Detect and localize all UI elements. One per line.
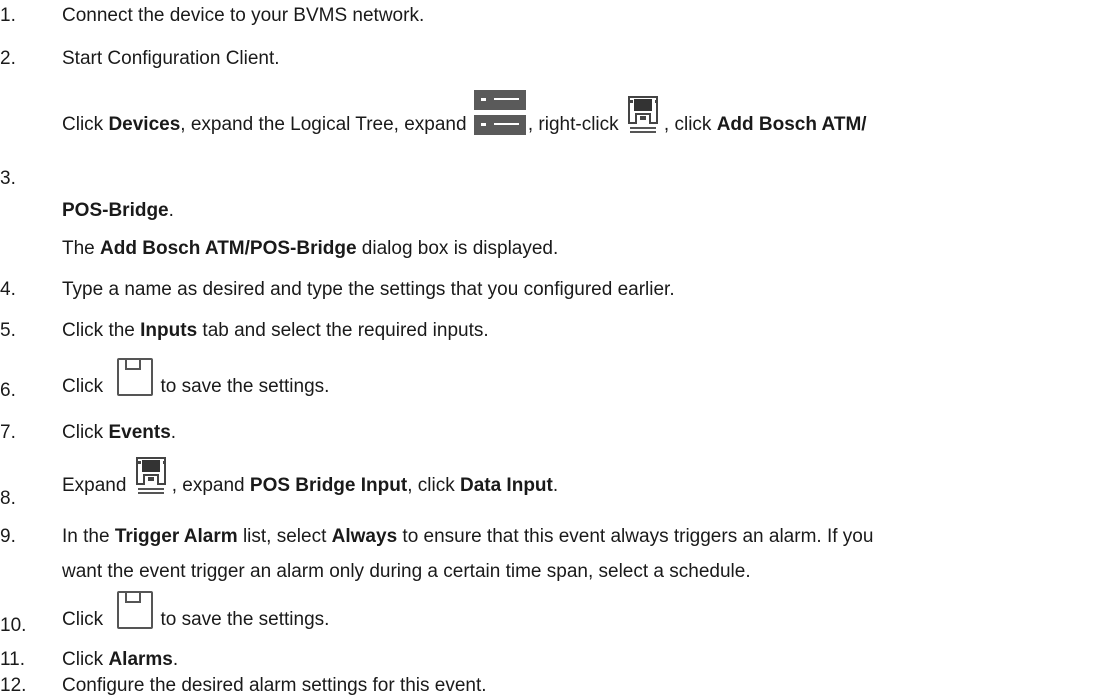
step-text: In the Trigger Alarm list, select Always…: [62, 526, 874, 547]
step-number: 9.: [0, 526, 16, 547]
step-number: 2.: [0, 48, 16, 69]
step-text: Click Events.: [62, 422, 177, 443]
step-text: Click the Inputs tab and select the requ…: [62, 320, 489, 341]
step-number: 10.: [0, 615, 27, 636]
save-icon: [116, 591, 154, 631]
atm-pos-bridge-icon: [626, 96, 662, 136]
step-text: Expand , expand POS Bridge Input, click …: [62, 457, 1083, 497]
step-number: 7.: [0, 422, 16, 443]
step-number: 8.: [0, 488, 16, 509]
step-text: Connect the device to your BVMS network.: [62, 5, 425, 26]
step-number: 1.: [0, 5, 16, 26]
step-text: Click Devices, expand the Logical Tree, …: [62, 90, 1083, 136]
step-number: 3.: [0, 168, 16, 189]
step-number: 5.: [0, 320, 16, 341]
step-note: The Add Bosch ATM/POS-Bridge dialog box …: [62, 238, 559, 259]
save-icon: [116, 358, 154, 398]
devices-label: Devices: [108, 114, 181, 135]
step-number: 12.: [0, 675, 27, 696]
step-text: Type a name as desired and type the sett…: [62, 279, 675, 300]
step-number: 4.: [0, 279, 16, 300]
step-text: Configure the desired alarm settings for…: [62, 675, 487, 696]
step-text: Click to save the settings.: [62, 591, 1083, 631]
step-number: 6.: [0, 380, 16, 401]
step-text: Click to save the settings.: [62, 358, 1083, 398]
step-number: 11.: [0, 649, 26, 670]
step-text-cont: POS-Bridge.: [62, 200, 174, 221]
add-bridge-label: Add Bosch ATM/: [716, 114, 867, 135]
step-text: Click Alarms.: [62, 649, 179, 670]
step-text-cont: want the event trigger an alarm only dur…: [62, 561, 751, 582]
list-tree-icon: [473, 90, 526, 136]
step-text: Start Configuration Client.: [62, 48, 280, 69]
atm-pos-bridge-icon: [134, 457, 170, 497]
